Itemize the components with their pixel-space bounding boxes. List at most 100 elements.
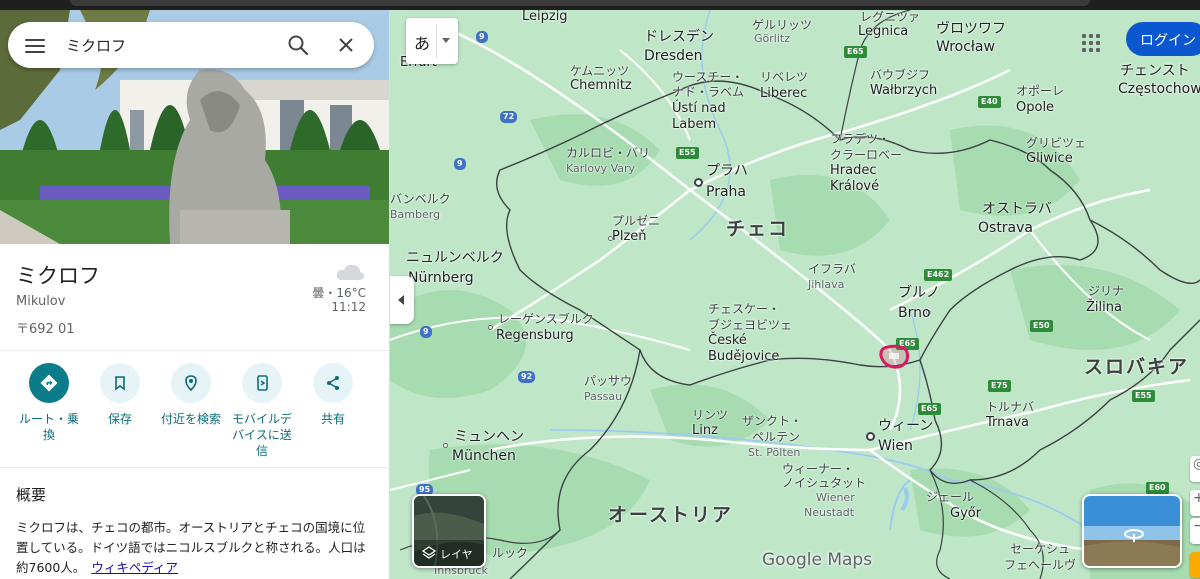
label-trnava-ja: トルナバ — [986, 400, 1035, 414]
label-hradec: Hradec — [830, 163, 877, 178]
nearby-label: 付近を検索 — [160, 412, 221, 426]
label-gyor: Győr — [950, 506, 982, 521]
label-country-czech: チェコ — [726, 218, 790, 240]
road-shield-e462: E462 — [924, 269, 953, 281]
label-legnica-ja: レグニツァ — [860, 10, 921, 24]
layers-icon — [422, 546, 436, 559]
label-nurnberg-ja: ニュルンベルク — [406, 250, 504, 266]
label-walbrzych: Wałbrzych — [870, 83, 938, 98]
save-button[interactable]: 保存 — [85, 363, 155, 427]
selected-area-marker[interactable] — [878, 344, 910, 370]
my-location-button[interactable]: ◎ — [1190, 456, 1200, 482]
label-zilina: Žilina — [1086, 300, 1122, 315]
label-linz-ja: リンツ — [692, 408, 729, 422]
overview-body: ミクロフは、チェコの都市。オーストリアとチェコの国境に位置している。ドイツ語では… — [16, 520, 366, 575]
overview-text: ミクロフは、チェコの都市。オーストリアとチェコの国境に位置している。ドイツ語では… — [16, 518, 372, 578]
label-wn2: Neustadt — [804, 506, 855, 519]
directions-button[interactable]: ルート・乗換 — [14, 363, 84, 443]
label-usti-ja2: ナド・ラベム — [672, 85, 745, 99]
city-dot-munchen[interactable] — [443, 443, 448, 448]
label-zilina-ja: ジリナ — [1088, 284, 1125, 298]
capital-marker-wien[interactable] — [866, 432, 875, 441]
wikipedia-link[interactable]: ウィキペディア — [91, 560, 178, 575]
label-brno: Brno — [898, 305, 931, 321]
road-shield-e55: E55 — [676, 147, 699, 159]
map-canvas[interactable]: Leipzig ゲルリッツ Görlitz レグニツァ Legnica ヴロツワ… — [390, 10, 1200, 579]
label-wroclaw-ja: ヴロツワフ — [936, 21, 1006, 37]
road-shield-a9: 9 — [476, 31, 488, 43]
search-box — [8, 22, 374, 68]
label-dresden: Dresden — [644, 48, 703, 64]
label-karlovy-ja: カルロビ・バリ — [566, 146, 651, 160]
label-szek-ja: セーケシュ — [1010, 542, 1071, 556]
label-wien: Wien — [878, 438, 913, 454]
place-postal-code: 〒692 01 — [16, 322, 75, 337]
road-shield-a9-2: 9 — [454, 158, 466, 170]
label-leipzig: Leipzig — [522, 10, 568, 24]
menu-icon[interactable] — [22, 35, 48, 55]
weather-time: 11:12 — [331, 300, 366, 314]
label-passau-ja: パッサウ — [584, 374, 633, 388]
layers-label: レイヤ — [440, 548, 473, 561]
search-icon[interactable] — [286, 33, 310, 57]
action-buttons: ルート・乗換 保存 付近を検索 モバイルデバイスに送信 共有 — [0, 351, 389, 467]
label-hradec-ja2: クラーロベー — [830, 148, 903, 162]
label-jihlava-ja: イフラバ — [808, 262, 856, 276]
cloud-icon — [336, 264, 365, 280]
bookmark-icon — [115, 376, 125, 391]
label-stpolten-ja: ザンクト・ — [742, 414, 803, 428]
search-input[interactable] — [66, 32, 266, 58]
share-label: 共有 — [320, 412, 345, 426]
chevron-left-icon — [398, 295, 404, 305]
label-trnava: Trnava — [986, 415, 1030, 430]
label-chemnitz-ja: ケムニッツ — [570, 64, 630, 78]
weather-text: 曇・16°C — [312, 286, 366, 300]
label-cb2: Budějovice — [708, 349, 780, 364]
share-icon — [327, 376, 339, 390]
city-dot-regensburg[interactable] — [488, 325, 493, 330]
street-view-photo — [1084, 496, 1180, 566]
collapse-panel-button[interactable] — [390, 276, 414, 324]
login-button[interactable]: ログイン — [1126, 22, 1200, 56]
apps-grid-icon[interactable] — [1082, 34, 1100, 52]
dropdown-arrow-icon — [442, 38, 450, 43]
send-to-phone-button[interactable]: モバイルデバイスに送信 — [227, 363, 297, 459]
label-passau: Passau — [584, 390, 623, 403]
capital-marker-praha[interactable] — [694, 178, 703, 187]
road-shield-e75: E75 — [988, 380, 1011, 392]
label-munchen: München — [452, 448, 516, 464]
label-brno-ja: ブルノ — [898, 285, 940, 301]
label-gliwice: Gliwice — [1026, 151, 1073, 166]
label-chemnitz: Chemnitz — [570, 78, 632, 93]
label-dresden-ja: ドレスデン — [644, 29, 714, 45]
label-wn-ja2: ノイシュタット — [782, 476, 867, 490]
divider — [436, 24, 437, 58]
label-regensburg-ja: レーゲンスブルク — [498, 312, 594, 326]
zoom-in-button[interactable]: + — [1190, 490, 1200, 516]
pegman-icon[interactable] — [1190, 552, 1200, 578]
place-header: ミクロフ Mikulov 〒692 01 曇・16°C 11:12 — [0, 244, 389, 350]
directions-label: ルート・乗換 — [18, 412, 79, 442]
road-shield-a92: 92 — [518, 371, 536, 383]
input-language-button[interactable]: あ — [406, 18, 458, 64]
label-legnica: Legnica — [858, 24, 909, 39]
road-shield-e65-south: E65 — [918, 403, 941, 415]
label-stpolten: St. Pölten — [748, 446, 801, 459]
close-icon[interactable] — [334, 33, 358, 57]
browser-tab-edge — [70, 0, 1090, 6]
maps-app: ミクロフ Mikulov 〒692 01 曇・16°C 11:12 ルート・乗換… — [0, 0, 1200, 579]
street-view-thumbnail[interactable] — [1082, 494, 1182, 568]
layers-button[interactable]: レイヤ — [412, 494, 486, 568]
label-regensburg: Regensburg — [496, 328, 574, 343]
label-gorlitz-ja: ゲルリッツ — [752, 18, 813, 32]
road-shield-e60: E60 — [1146, 482, 1169, 494]
label-praha: Praha — [706, 184, 746, 200]
label-cb-ja: チェスケー・ — [708, 302, 781, 316]
nearby-button[interactable]: 付近を検索 — [156, 363, 226, 427]
label-szek-ja2: フェヘールヴ — [1004, 558, 1077, 572]
zoom-out-button[interactable]: − — [1190, 518, 1200, 544]
label-innsbruck-ja: ルック — [492, 546, 529, 560]
road-shield-e50: E50 — [1030, 320, 1053, 332]
road-shield-e65: E65 — [844, 46, 867, 58]
share-button[interactable]: 共有 — [298, 363, 368, 427]
